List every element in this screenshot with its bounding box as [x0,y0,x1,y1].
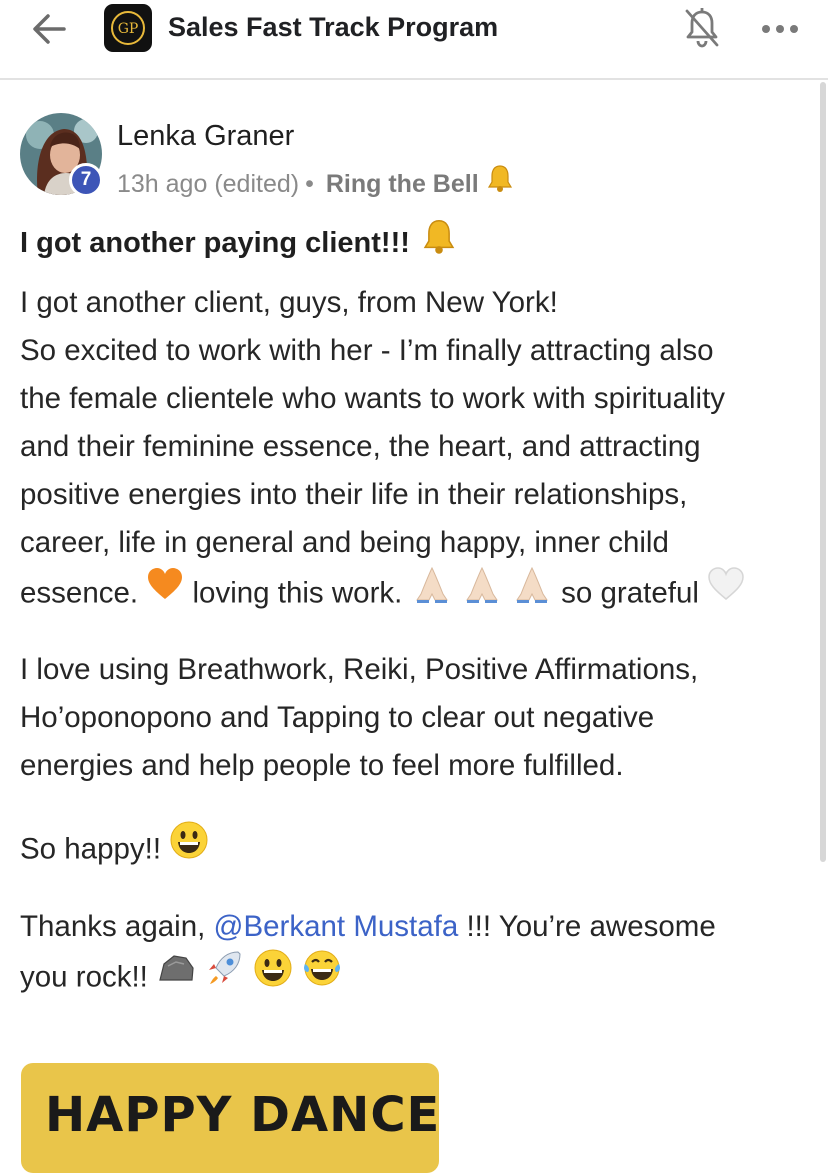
post-meta: 13h ago (edited) • Ring the Bell [117,163,515,203]
bell-icon [485,163,515,200]
tears-of-joy-icon [301,948,343,1003]
text-line: Thanks again, @Berkant Mustafa !!! You’r… [20,903,810,951]
text-segment: so grateful [561,576,699,610]
text-line: energies and help people to feel more fu… [20,749,624,782]
post-category[interactable]: Ring the Bell [326,170,479,199]
gif-caption: HAPPY DANCE [45,1087,439,1143]
text-line: you rock!! [20,949,810,1001]
praying-hands-icon [411,564,453,619]
text-line: positive energies into their life in the… [20,478,688,511]
grinning-face-icon [169,820,209,875]
bell-off-icon [685,8,719,48]
meta-separator: • [305,170,314,198]
text-segment: essence. [20,576,139,610]
praying-hands-icon [511,564,553,619]
svg-text:GP: GP [118,21,139,37]
more-options-button[interactable] [758,12,802,46]
post-paragraph-3: So happy!! [20,821,810,871]
level-badge: 7 [69,163,103,197]
post-paragraph-1: I got another client, guys, from New Yor… [20,279,810,615]
top-bar: GP Sales Fast Track Program [0,0,828,80]
rocket-icon [204,948,244,1003]
gp-logo-icon: GP [111,11,145,45]
post-title-text: I got another paying client!!! [20,226,410,259]
text-line: I love using Breathwork, Reiki, Positive… [20,653,699,686]
author-name[interactable]: Lenka Graner [117,120,294,153]
gif-attachment[interactable]: HAPPY DANCE [21,1063,439,1173]
rock-icon [156,950,196,1001]
back-button[interactable] [28,10,70,48]
scrollbar[interactable] [820,82,826,862]
text-line: I got another client, guys, from New Yor… [20,286,558,319]
group-logo[interactable]: GP [104,4,152,52]
notifications-toggle-button[interactable] [682,6,722,50]
text-line: the female clientele who wants to work w… [20,382,726,415]
text-segment: Thanks again, [20,910,206,943]
text-line: and their feminine essence, the heart, a… [20,430,701,463]
text-segment: So happy!! [20,832,162,866]
group-title: Sales Fast Track Program [168,12,499,42]
grinning-face-icon [253,948,293,1003]
text-segment: !!! You’re awesome [466,910,716,943]
text-line: career, life in general and being happy,… [20,526,669,559]
text-segment: you rock!! [20,960,148,994]
bell-icon [420,217,458,263]
text-line: Ho’oponopono and Tapping to clear out ne… [20,701,655,734]
text-line: So excited to work with her - I’m finall… [20,334,714,367]
text-line: So happy!! [20,821,810,871]
orange-heart-icon [146,566,184,617]
arrow-left-icon [33,14,66,44]
text-line: essence. loving this work. so grateful [20,566,810,617]
post-time: 13h ago (edited) [117,170,300,198]
text-segment: loving this work. [192,576,403,610]
white-heart-icon [707,566,745,617]
praying-hands-icon [461,564,503,619]
post-paragraph-4: Thanks again, @Berkant Mustafa !!! You’r… [20,903,810,999]
post-title: I got another paying client!!! [20,220,458,266]
user-mention-link[interactable]: @Berkant Mustafa [214,910,459,943]
more-horizontal-icon [762,25,798,33]
post-paragraph-2: I love using Breathwork, Reiki, Positive… [20,646,810,790]
